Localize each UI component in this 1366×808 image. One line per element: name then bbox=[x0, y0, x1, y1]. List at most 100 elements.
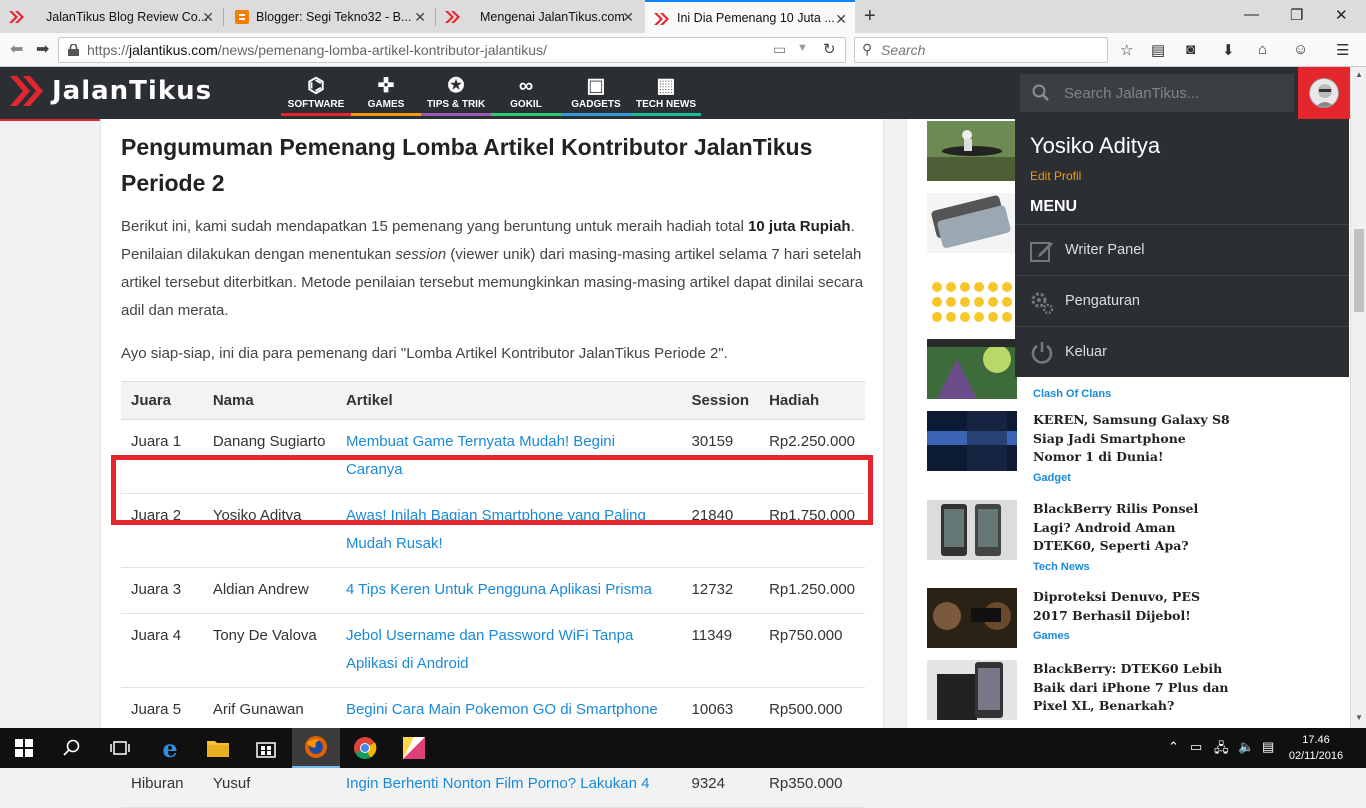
site-search-input[interactable]: Search JalanTikus... bbox=[1020, 74, 1294, 112]
scroll-down-icon[interactable]: ▼ bbox=[1355, 713, 1363, 722]
taskbar-clock[interactable]: 17.46 02/11/2016 bbox=[1288, 732, 1344, 764]
jalantikus-favicon-icon bbox=[9, 11, 24, 23]
site-search-placeholder: Search JalanTikus... bbox=[1064, 84, 1200, 102]
nav-software[interactable]: ⌬ SOFTWARE bbox=[281, 73, 351, 116]
nav-gokil[interactable]: ∞ GOKIL bbox=[491, 73, 561, 116]
close-tab-icon[interactable]: ✕ bbox=[835, 11, 847, 28]
browser-search-input[interactable]: ⚲ Search bbox=[854, 37, 1108, 63]
menu-item-keluar[interactable]: Keluar bbox=[1015, 326, 1349, 377]
sidebar-item-category[interactable]: Clash Of Clans bbox=[1033, 385, 1233, 404]
sidebar-item-title[interactable]: Diproteksi Denuvo, PES 2017 Berhasil Dij… bbox=[1033, 589, 1200, 623]
article-link[interactable]: Membuat Game Ternyata Mudah! Begini Cara… bbox=[335, 419, 682, 494]
edge-icon: e bbox=[162, 733, 178, 763]
taskbar-search-button[interactable] bbox=[48, 728, 96, 768]
pocket-icon[interactable]: ◙ bbox=[1186, 41, 1195, 58]
browser-tab-active[interactable]: Ini Dia Pemenang 10 Juta ... ✕ bbox=[645, 0, 855, 33]
forward-arrow-icon[interactable]: ➡ bbox=[36, 39, 49, 59]
sidebar-item-category[interactable]: Games bbox=[1033, 627, 1233, 646]
menu-item-pengaturan[interactable]: Pengaturan bbox=[1015, 275, 1349, 326]
cell-hadiah: Rp1.250.000 bbox=[759, 567, 865, 614]
close-tab-icon[interactable]: ✕ bbox=[202, 9, 214, 26]
article-paragraph: Ayo siap-siap, ini dia para pemenang dar… bbox=[121, 345, 728, 362]
reader-view-icon[interactable]: ▭ bbox=[773, 41, 786, 58]
notifications-icon[interactable]: ▤ bbox=[1262, 739, 1274, 755]
home-icon[interactable]: ⌂ bbox=[1258, 41, 1267, 58]
menu-hamburger-icon[interactable]: ☰ bbox=[1336, 41, 1349, 59]
sidebar-item-text: KEREN, Samsung Galaxy S8 Siap Jadi Smart… bbox=[1033, 411, 1233, 487]
volume-icon[interactable]: 🔈 bbox=[1238, 739, 1254, 755]
sidebar-item-category[interactable]: Gadget bbox=[1033, 469, 1233, 488]
cell-session: 11349 bbox=[681, 613, 760, 688]
nav-tips-trik[interactable]: ✪ TIPS & TRIK bbox=[421, 73, 491, 116]
user-dropdown-menu: Yosiko Aditya Edit Profil MENU Writer Pa… bbox=[1015, 119, 1349, 377]
cell-session: 30159 bbox=[681, 419, 760, 494]
thumbnail-image bbox=[927, 588, 1017, 648]
menu-item-writer-panel[interactable]: Writer Panel bbox=[1015, 224, 1349, 275]
taskbar-edge[interactable]: e bbox=[146, 728, 194, 768]
search-icon bbox=[1032, 84, 1049, 101]
browser-tab[interactable]: Mengenai JalanTikus.com ✕ bbox=[436, 0, 642, 33]
column-header: Juara bbox=[121, 381, 203, 420]
page-scrollbar[interactable]: ▲ ▼ bbox=[1350, 67, 1366, 728]
url-bar[interactable]: https://jalantikus.com/news/pemenang-lom… bbox=[58, 37, 846, 63]
sidebar-item-title[interactable]: KEREN, Samsung Galaxy S8 Siap Jadi Smart… bbox=[1033, 412, 1230, 464]
url-host: jalantikus.com bbox=[129, 42, 218, 58]
hello-chat-icon[interactable]: ☺ bbox=[1293, 41, 1308, 58]
browser-tab[interactable]: Blogger: Segi Tekno32 - B... ✕ bbox=[224, 0, 434, 33]
nav-color-bar bbox=[281, 113, 351, 116]
close-tab-icon[interactable]: ✕ bbox=[622, 9, 634, 26]
article-link[interactable]: Jebol Username dan Password WiFi Tanpa A… bbox=[335, 613, 682, 688]
restore-icon[interactable]: ❐ bbox=[1290, 6, 1303, 24]
edit-profile-link[interactable]: Edit Profil bbox=[1030, 169, 1081, 183]
chevron-down-icon[interactable]: ▼ bbox=[797, 42, 808, 54]
sidebar-item-title[interactable]: BlackBerry: DTEK60 Lebih Baik dari iPhon… bbox=[1033, 661, 1229, 713]
start-button[interactable] bbox=[0, 728, 48, 768]
browser-search-placeholder: Search bbox=[881, 42, 926, 58]
browser-tab[interactable]: JalanTikus Blog Review Co... ✕ bbox=[0, 0, 222, 33]
taskbar-app[interactable] bbox=[390, 728, 438, 768]
article-link[interactable]: Ingin Berhenti Nonton Film Porno? Lakuka… bbox=[335, 761, 682, 808]
new-tab-plus-icon[interactable]: + bbox=[864, 5, 876, 28]
cell-juara: Juara 1 bbox=[121, 419, 203, 494]
task-view-button[interactable] bbox=[96, 728, 144, 768]
cell-nama: Yosiko Aditya bbox=[202, 493, 336, 568]
nav-games[interactable]: ✜ GAMES bbox=[351, 73, 421, 116]
nav-gadgets[interactable]: ▣ GADGETS bbox=[561, 73, 631, 116]
sidebar-item-title[interactable]: BlackBerry Rilis Ponsel Lagi? Android Am… bbox=[1033, 501, 1198, 553]
newspaper-icon: ▦ bbox=[656, 75, 676, 97]
sidebar-item-text: BlackBerry: DTEK60 Lebih Baik dari iPhon… bbox=[1033, 660, 1233, 716]
column-header: Hadiah bbox=[759, 381, 865, 420]
nav-color-bar bbox=[351, 113, 421, 116]
taskbar-firefox[interactable] bbox=[292, 728, 340, 768]
chrome-icon bbox=[354, 737, 377, 759]
reload-icon[interactable]: ↻ bbox=[823, 40, 836, 58]
cell-hadiah: Rp750.000 bbox=[759, 613, 865, 688]
user-avatar-button[interactable] bbox=[1298, 67, 1350, 119]
nav-tech-news[interactable]: ▦ TECH NEWS bbox=[631, 73, 701, 116]
article-link[interactable]: Awas! Inilah Bagian Smartphone yang Pali… bbox=[335, 493, 682, 568]
tab-title: Ini Dia Pemenang 10 Juta ... bbox=[677, 10, 835, 25]
reading-list-icon[interactable]: ▤ bbox=[1151, 41, 1165, 59]
minimize-icon[interactable]: — bbox=[1244, 6, 1259, 23]
back-arrow-icon[interactable]: ⬅ bbox=[10, 39, 23, 59]
cell-hadiah: Rp1.750.000 bbox=[759, 493, 865, 568]
paint-app-icon bbox=[403, 737, 425, 759]
taskbar-file-explorer[interactable] bbox=[194, 728, 242, 768]
battery-icon[interactable]: ▭ bbox=[1190, 739, 1202, 755]
network-icon[interactable]: 🖧 bbox=[1214, 739, 1229, 761]
window-close-icon[interactable]: ✕ bbox=[1335, 6, 1348, 24]
taskbar-store[interactable] bbox=[242, 728, 290, 768]
article-link[interactable]: 4 Tips Keren Untuk Pengguna Aplikasi Pri… bbox=[335, 567, 682, 614]
scrollbar-thumb[interactable] bbox=[1354, 229, 1364, 312]
store-icon bbox=[256, 742, 276, 758]
tray-expand-icon[interactable]: ⌃ bbox=[1168, 739, 1179, 755]
cell-nama: Tony De Valova bbox=[202, 613, 336, 688]
scroll-up-icon[interactable]: ▲ bbox=[1355, 70, 1363, 79]
site-logo[interactable]: JalanTikus bbox=[10, 76, 212, 106]
cell-juara: Juara 4 bbox=[121, 613, 203, 688]
download-icon[interactable]: ⬇ bbox=[1222, 41, 1235, 59]
bookmark-star-icon[interactable]: ☆ bbox=[1120, 41, 1133, 59]
sidebar-item-category[interactable]: Tech News bbox=[1033, 558, 1233, 577]
close-tab-icon[interactable]: ✕ bbox=[414, 9, 426, 26]
taskbar-chrome[interactable] bbox=[341, 728, 389, 768]
